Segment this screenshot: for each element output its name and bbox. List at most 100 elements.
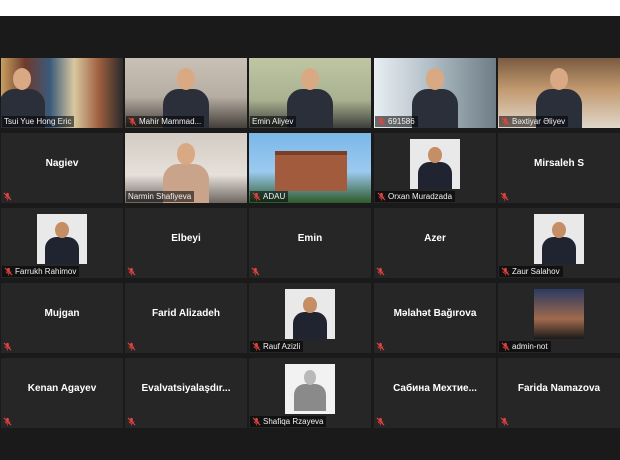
- participant-tile[interactable]: Farid Alizadeh: [125, 283, 247, 353]
- participant-name-label: ADAU: [250, 191, 289, 202]
- participant-tile[interactable]: ADAU: [249, 133, 371, 203]
- participant-head: [303, 297, 317, 313]
- participant-name: Emin: [297, 232, 323, 244]
- participant-tile[interactable]: Mirsaleh S: [498, 133, 620, 203]
- participant-head: [176, 143, 196, 165]
- microphone-muted-icon: [3, 342, 12, 351]
- microphone-muted-icon: [252, 192, 261, 201]
- participant-name: Mujgan: [44, 307, 80, 319]
- participant-name: Məlahət Bağırova: [393, 307, 477, 319]
- microphone-muted-icon: [501, 267, 510, 276]
- microphone-muted-icon: [377, 192, 386, 201]
- participant-name-label: Zaur Salahov: [499, 266, 563, 277]
- participant-tile[interactable]: Farida Namazova: [498, 358, 620, 428]
- participant-name: Azer: [424, 232, 446, 244]
- participant-tile[interactable]: Сабина Мехтие...: [374, 358, 496, 428]
- participant-name: Zaur Salahov: [512, 267, 560, 276]
- participant-body: [411, 88, 459, 128]
- participant-name-label: Bəxtiyar Əliyev: [499, 116, 569, 127]
- participant-gallery: Tsui Yue Hong Eric Mahir Mammad... Emin Al…: [0, 58, 620, 432]
- participant-head: [303, 370, 317, 386]
- participant-name-label: Rauf Azizli: [250, 341, 304, 352]
- participant-name-label: Shafiqa Rzayeva: [250, 416, 327, 427]
- participant-head: [55, 222, 69, 238]
- participant-tile[interactable]: Evalvatsiyalaşdır...: [125, 358, 247, 428]
- microphone-muted-icon: [501, 342, 510, 351]
- participant-name-label: Orxan Muradzada: [375, 191, 456, 202]
- participant-tile[interactable]: Mujgan: [1, 283, 123, 353]
- microphone-muted-icon: [252, 342, 261, 351]
- participant-tile[interactable]: Azer: [374, 208, 496, 278]
- participant-body: [541, 237, 577, 264]
- microphone-muted-icon: [127, 267, 136, 276]
- participant-avatar: [37, 214, 87, 264]
- participant-head: [552, 222, 566, 238]
- participant-name: Farrukh Rahimov: [15, 267, 77, 276]
- participant-name: Tsui Yue Hong Eric: [4, 117, 72, 126]
- participant-name: Сабина Мехтие...: [393, 382, 477, 394]
- microphone-muted-icon: [128, 117, 137, 126]
- participant-name-label: Farrukh Rahimov: [2, 266, 80, 277]
- microphone-muted-icon: [3, 192, 12, 201]
- microphone-muted-icon: [252, 417, 261, 426]
- participant-name: 691586: [388, 117, 415, 126]
- microphone-muted-icon: [251, 267, 260, 276]
- microphone-muted-icon: [3, 417, 12, 426]
- participant-body: [417, 162, 453, 189]
- participant-name-label: Tsui Yue Hong Eric: [2, 116, 75, 127]
- participant-tile[interactable]: Narmin Shafiyeva: [125, 133, 247, 203]
- participant-avatar: [285, 364, 335, 414]
- participant-avatar: [534, 214, 584, 264]
- participant-tile[interactable]: 691586: [374, 58, 496, 128]
- participant-head: [549, 68, 569, 90]
- participant-tile[interactable]: Mahir Mammad...: [125, 58, 247, 128]
- participant-name: Kenan Agayev: [27, 382, 97, 394]
- participant-name-label: 691586: [375, 116, 418, 127]
- video-call-window: Tsui Yue Hong Eric Mahir Mammad... Emin Al…: [0, 16, 620, 460]
- participant-avatar: [285, 289, 335, 339]
- participant-body: [292, 312, 328, 339]
- participant-name-label: Mahir Mammad...: [126, 116, 205, 127]
- participant-tile[interactable]: Məlahət Bağırova: [374, 283, 496, 353]
- participant-name: Bəxtiyar Əliyev: [512, 117, 566, 126]
- participant-name: Mahir Mammad...: [139, 117, 202, 126]
- participant-name: Farida Namazova: [517, 382, 601, 394]
- participant-name: Elbeyi: [171, 232, 201, 244]
- participant-name: Farid Alizadeh: [152, 307, 220, 319]
- microphone-muted-icon: [4, 267, 13, 276]
- participant-body: [44, 237, 80, 264]
- microphone-muted-icon: [127, 417, 136, 426]
- participant-tile[interactable]: Rauf Azizli: [249, 283, 371, 353]
- participant-tile[interactable]: Zaur Salahov: [498, 208, 620, 278]
- microphone-muted-icon: [376, 342, 385, 351]
- microphone-muted-icon: [127, 342, 136, 351]
- participant-tile[interactable]: Tsui Yue Hong Eric: [1, 58, 123, 128]
- microphone-muted-icon: [376, 417, 385, 426]
- participant-tile[interactable]: Farrukh Rahimov: [1, 208, 123, 278]
- microphone-muted-icon: [377, 117, 386, 126]
- microphone-muted-icon: [500, 192, 509, 201]
- participant-name: admin-not: [512, 342, 548, 351]
- participant-head: [425, 68, 445, 90]
- participant-avatar: [534, 289, 584, 339]
- participant-name-label: Narmin Shafiyeva: [126, 191, 195, 202]
- participant-name: Nagiev: [45, 157, 79, 169]
- participant-tile[interactable]: Shafiqa Rzayeva: [249, 358, 371, 428]
- participant-name: Orxan Muradzada: [388, 192, 453, 201]
- participant-head: [12, 68, 32, 90]
- participant-name-label: admin-not: [499, 341, 551, 352]
- participant-tile[interactable]: Nagiev: [1, 133, 123, 203]
- participant-head: [300, 68, 320, 90]
- microphone-muted-icon: [376, 267, 385, 276]
- participant-tile[interactable]: Emin Aliyev: [249, 58, 371, 128]
- participant-name: Narmin Shafiyeva: [128, 192, 192, 201]
- participant-tile[interactable]: Bəxtiyar Əliyev: [498, 58, 620, 128]
- building-image: [275, 151, 347, 191]
- participant-tile[interactable]: admin-not: [498, 283, 620, 353]
- participant-tile[interactable]: Orxan Muradzada: [374, 133, 496, 203]
- participant-name: Rauf Azizli: [263, 342, 301, 351]
- participant-tile[interactable]: Elbeyi: [125, 208, 247, 278]
- participant-tile[interactable]: Emin: [249, 208, 371, 278]
- microphone-muted-icon: [501, 117, 510, 126]
- participant-tile[interactable]: Kenan Agayev: [1, 358, 123, 428]
